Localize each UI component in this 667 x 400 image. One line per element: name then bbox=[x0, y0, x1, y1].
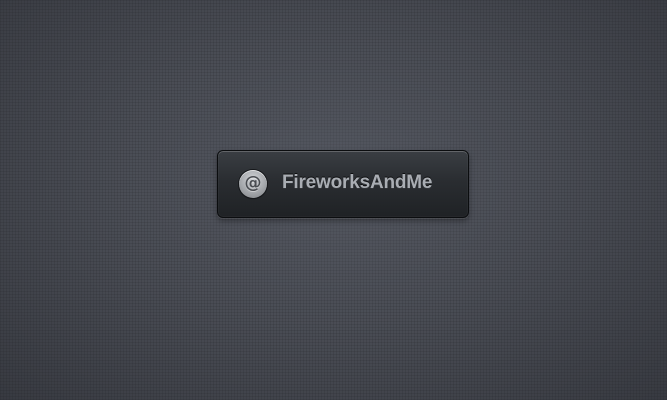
button-label: FireworksAndMe bbox=[282, 172, 433, 193]
at-sign-icon: @ bbox=[239, 170, 267, 198]
page-background: { "button": { "label": "FireworksAndMe",… bbox=[0, 0, 667, 400]
at-sign-glyph: @ bbox=[244, 173, 262, 193]
fireworksandme-button[interactable]: @ FireworksAndMe bbox=[217, 150, 469, 218]
